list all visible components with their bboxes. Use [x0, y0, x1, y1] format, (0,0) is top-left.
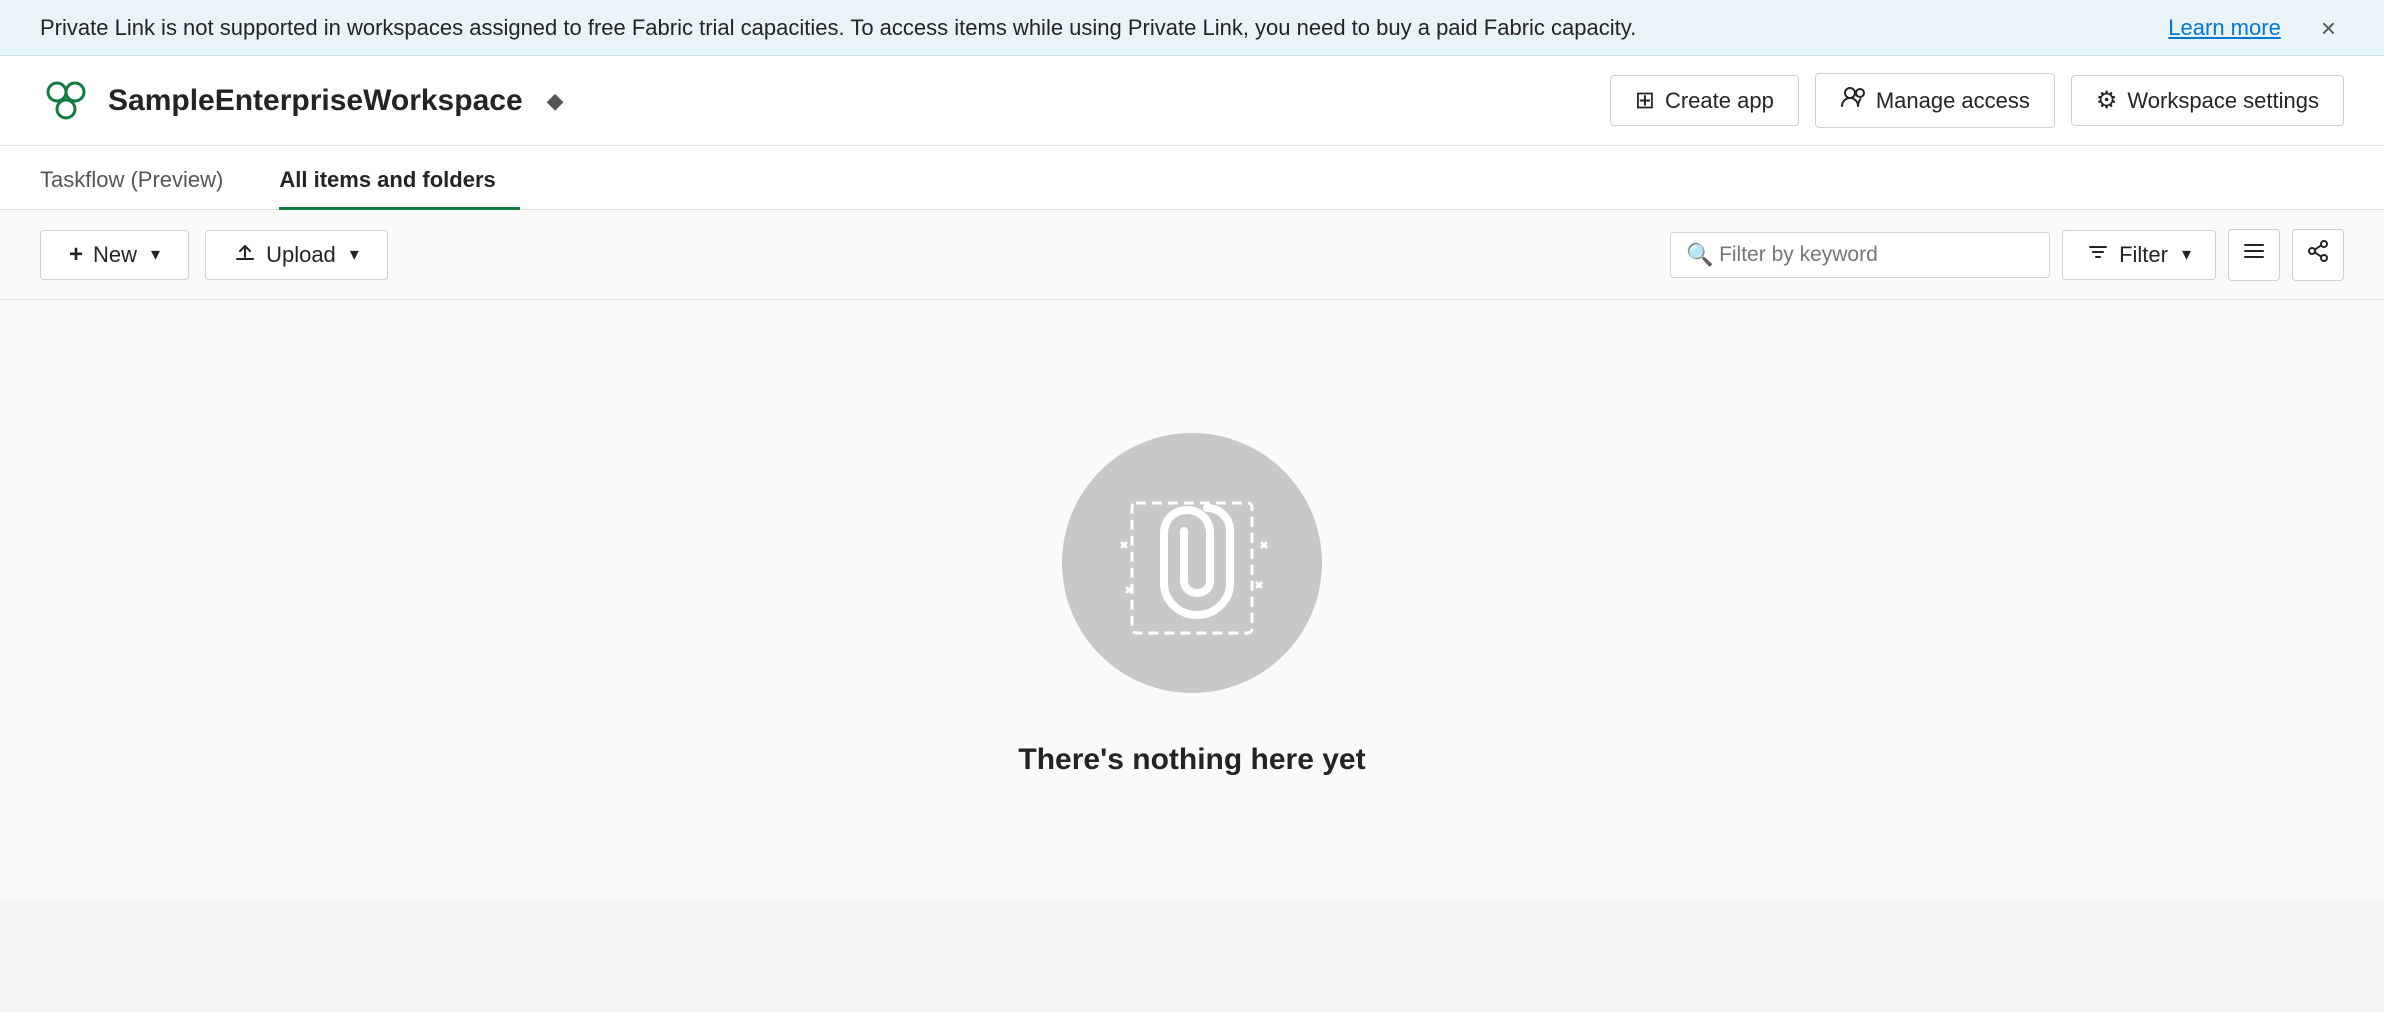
learn-more-link[interactable]: Learn more [2168, 15, 2281, 41]
tab-bar: Taskflow (Preview) All items and folders [0, 146, 2384, 210]
workspace-header: SampleEnterpriseWorkspace ◆ ⊞ Create app… [0, 56, 2384, 146]
new-chevron-icon: ▾ [151, 244, 160, 265]
toolbar-right: 🔍 Filter ▾ [1670, 229, 2344, 281]
new-button[interactable]: + New ▾ [40, 230, 189, 280]
filter-keyword-input[interactable] [1670, 232, 2050, 278]
share-settings-button[interactable] [2292, 229, 2344, 281]
manage-access-button[interactable]: Manage access [1815, 73, 2055, 128]
tab-taskflow[interactable]: Taskflow (Preview) [40, 167, 247, 210]
upload-chevron-icon: ▾ [350, 244, 359, 265]
upload-button[interactable]: Upload ▾ [205, 230, 388, 280]
filter-input-wrapper: 🔍 [1670, 232, 2050, 278]
workspace-settings-label: Workspace settings [2127, 88, 2319, 114]
workspace-settings-icon: ⚙ [2096, 86, 2118, 115]
upload-icon [234, 241, 256, 269]
create-app-button[interactable]: ⊞ Create app [1610, 75, 1799, 126]
filter-button-label: Filter [2119, 242, 2168, 268]
upload-button-label: Upload [266, 242, 336, 268]
header-left: SampleEnterpriseWorkspace ◆ [40, 75, 564, 127]
view-toggle-button[interactable] [2228, 229, 2280, 281]
share-settings-icon [2306, 239, 2330, 270]
workspace-settings-button[interactable]: ⚙ Workspace settings [2071, 75, 2344, 126]
empty-state-title: There's nothing here yet [1018, 743, 1365, 777]
workspace-title: SampleEnterpriseWorkspace [108, 84, 523, 118]
view-toggle-icon [2242, 239, 2266, 270]
filter-lines-icon [2087, 241, 2109, 269]
banner-close-button[interactable]: × [2313, 11, 2344, 45]
manage-access-icon [1840, 84, 1866, 117]
workspace-icon [40, 75, 92, 127]
create-app-icon: ⊞ [1635, 86, 1655, 115]
banner-message: Private Link is not supported in workspa… [40, 15, 2168, 41]
manage-access-label: Manage access [1876, 88, 2030, 114]
create-app-label: Create app [1665, 88, 1774, 114]
main-content: There's nothing here yet [0, 300, 2384, 900]
premium-badge-icon: ◆ [547, 88, 564, 114]
filter-button[interactable]: Filter ▾ [2062, 230, 2216, 280]
content-toolbar: + New ▾ Upload ▾ 🔍 [0, 210, 2384, 300]
header-right: ⊞ Create app Manage access ⚙ Workspace s… [1610, 73, 2344, 128]
private-link-banner: Private Link is not supported in workspa… [0, 0, 2384, 56]
toolbar-left: + New ▾ Upload ▾ [40, 230, 388, 280]
empty-state-illustration [1052, 423, 1332, 703]
tab-all-items[interactable]: All items and folders [279, 167, 519, 210]
filter-chevron-icon: ▾ [2182, 244, 2191, 265]
new-button-label: New [93, 242, 137, 268]
plus-icon: + [69, 241, 83, 269]
